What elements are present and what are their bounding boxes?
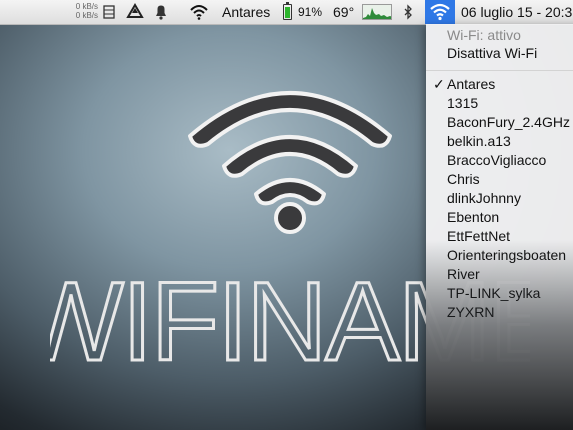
menu-divider bbox=[426, 70, 573, 71]
wifi-status: Wi-Fi: attivo bbox=[447, 27, 521, 43]
network-item[interactable]: 1315 bbox=[447, 94, 478, 113]
temperature-readout[interactable]: 69° bbox=[333, 0, 354, 24]
network-item[interactable]: TP-LINK_sylka bbox=[447, 284, 540, 303]
disable-wifi-item[interactable]: Disattiva Wi-Fi bbox=[447, 44, 537, 63]
download-speed: 0 kB/s bbox=[75, 11, 98, 20]
clock-datetime[interactable]: 06 luglio 15 - 20:3 bbox=[461, 0, 572, 24]
network-item[interactable]: EttFettNet bbox=[447, 227, 510, 246]
network-item[interactable]: dlinkJohnny bbox=[447, 189, 521, 208]
network-item[interactable]: Ebenton bbox=[447, 208, 499, 227]
menu-bar: 0 kB/s 0 kB/s Antares 91% 69° 06 luglio … bbox=[0, 0, 573, 25]
battery-percent[interactable]: 91% bbox=[298, 0, 322, 24]
drive-icon[interactable] bbox=[126, 0, 144, 24]
wifi-icon[interactable] bbox=[189, 0, 209, 24]
wifi-menu-icon[interactable] bbox=[425, 0, 455, 24]
network-item[interactable]: BraccoVigliacco bbox=[447, 151, 546, 170]
network-speed-monitor[interactable]: 0 kB/s 0 kB/s bbox=[60, 3, 98, 27]
storage-icon[interactable] bbox=[102, 0, 116, 24]
network-item[interactable]: Antares bbox=[447, 75, 495, 94]
network-item[interactable]: belkin.a13 bbox=[447, 132, 511, 151]
network-item[interactable]: River bbox=[447, 265, 480, 284]
bell-icon[interactable] bbox=[153, 0, 169, 24]
wifi-logo-icon bbox=[180, 78, 400, 243]
network-item[interactable]: ZYXRN bbox=[447, 303, 494, 322]
active-network-label[interactable]: Antares bbox=[222, 0, 270, 24]
network-item[interactable]: Orienteringsboaten bbox=[447, 246, 566, 265]
battery-icon[interactable] bbox=[283, 2, 292, 20]
connected-check-icon: ✓ bbox=[433, 76, 445, 92]
activity-graph-icon[interactable] bbox=[362, 4, 392, 20]
wifi-dropdown-menu: Wi-Fi: attivo Disattiva Wi-Fi ✓ Antares 13… bbox=[426, 24, 573, 430]
network-item[interactable]: Chris bbox=[447, 170, 480, 189]
bluetooth-icon[interactable] bbox=[402, 0, 414, 24]
network-item[interactable]: BaconFury_2.4GHz bbox=[447, 113, 570, 132]
